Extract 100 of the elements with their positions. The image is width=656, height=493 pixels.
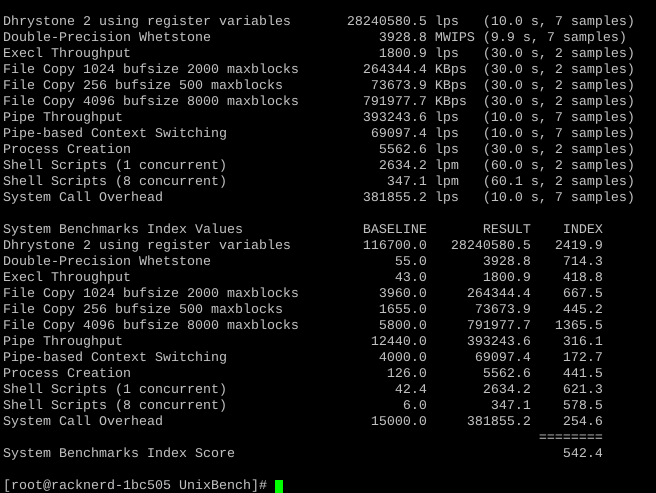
table-cell: Pipe-based Context Switching bbox=[3, 351, 227, 366]
benchmark-value: 5562.6 bbox=[378, 143, 427, 158]
benchmark-name: Shell Scripts (1 concurrent) bbox=[3, 159, 227, 174]
table-cell: 791977.7 bbox=[466, 319, 531, 334]
table-cell: Pipe Throughput bbox=[3, 335, 123, 350]
table-cell: 445.2 bbox=[562, 303, 603, 318]
benchmark-value: 264344.4 bbox=[362, 63, 427, 78]
table-cell: 264344.4 bbox=[466, 287, 531, 302]
sample-info: (30.0 s, 2 samples) bbox=[482, 143, 635, 158]
table-cell: 347.1 bbox=[490, 399, 531, 414]
column-header: BASELINE bbox=[362, 223, 427, 238]
unit-label: KBps bbox=[434, 63, 467, 78]
table-cell: 254.6 bbox=[562, 415, 603, 430]
unit-label: lpm bbox=[434, 159, 459, 174]
unit-label: lps bbox=[434, 143, 459, 158]
table-cell: Shell Scripts (1 concurrent) bbox=[3, 383, 227, 398]
table-cell: 4000.0 bbox=[378, 351, 427, 366]
table-cell: Process Creation bbox=[3, 367, 131, 382]
table-cell: 69097.4 bbox=[474, 351, 531, 366]
table-cell: Dhrystone 2 using register variables bbox=[3, 239, 291, 254]
benchmark-name: Pipe Throughput bbox=[3, 111, 123, 126]
benchmark-value: 1800.9 bbox=[378, 47, 427, 62]
table-cell: 3928.8 bbox=[482, 255, 531, 270]
table-cell: 5562.6 bbox=[482, 367, 531, 382]
table-title: System Benchmarks Index Values bbox=[3, 223, 243, 238]
table-cell: 116700.0 bbox=[362, 239, 427, 254]
table-cell: File Copy 1024 bufsize 2000 maxblocks bbox=[3, 287, 299, 302]
table-cell: 1800.9 bbox=[482, 271, 531, 286]
table-cell: 55.0 bbox=[394, 255, 427, 270]
table-cell: 42.4 bbox=[394, 383, 427, 398]
table-cell: 1365.5 bbox=[554, 319, 603, 334]
benchmark-value: 28240580.5 bbox=[346, 15, 427, 30]
sample-info: (30.0 s, 2 samples) bbox=[482, 47, 635, 62]
table-cell: File Copy 4096 bufsize 8000 maxblocks bbox=[3, 319, 299, 334]
table-cell: 2419.9 bbox=[554, 239, 603, 254]
unit-label: lps bbox=[434, 111, 459, 126]
score-label: System Benchmarks Index Score bbox=[3, 447, 235, 462]
benchmark-value: 73673.9 bbox=[370, 79, 427, 94]
unit-label: KBps bbox=[434, 79, 467, 94]
table-cell: 2634.2 bbox=[482, 383, 531, 398]
table-cell: 393243.6 bbox=[466, 335, 531, 350]
table-cell: Execl Throughput bbox=[3, 271, 131, 286]
table-cell: 73673.9 bbox=[474, 303, 531, 318]
table-cell: 316.1 bbox=[562, 335, 603, 350]
unit-label: KBps bbox=[434, 95, 467, 110]
shell-prompt: [root@racknerd-1bc505 UnixBench]# bbox=[3, 479, 267, 493]
table-cell: Shell Scripts (8 concurrent) bbox=[3, 399, 227, 414]
separator-line: ======== bbox=[538, 431, 603, 446]
table-cell: Double-Precision Whetstone bbox=[3, 255, 211, 270]
table-cell: 418.8 bbox=[562, 271, 603, 286]
table-cell: 172.7 bbox=[562, 351, 603, 366]
unit-label: MWIPS bbox=[434, 31, 475, 46]
table-cell: 43.0 bbox=[394, 271, 427, 286]
benchmark-value: 381855.2 bbox=[362, 191, 427, 206]
table-cell: 441.5 bbox=[562, 367, 603, 382]
benchmark-value: 393243.6 bbox=[362, 111, 427, 126]
table-cell: 28240580.5 bbox=[450, 239, 531, 254]
sample-info: (30.0 s, 2 samples) bbox=[482, 63, 635, 78]
sample-info: (10.0 s, 7 samples) bbox=[482, 15, 635, 30]
sample-info: (60.0 s, 2 samples) bbox=[482, 159, 635, 174]
sample-info: (9.9 s, 7 samples) bbox=[482, 31, 627, 46]
benchmark-value: 2634.2 bbox=[378, 159, 427, 174]
table-cell: System Call Overhead bbox=[3, 415, 163, 430]
table-cell: 126.0 bbox=[386, 367, 427, 382]
benchmark-name: Shell Scripts (8 concurrent) bbox=[3, 175, 227, 190]
table-cell: 6.0 bbox=[402, 399, 427, 414]
table-cell: 12440.0 bbox=[370, 335, 427, 350]
benchmark-name: File Copy 4096 bufsize 8000 maxblocks bbox=[3, 95, 299, 110]
unit-label: lps bbox=[434, 127, 459, 142]
benchmark-value: 3928.8 bbox=[378, 31, 427, 46]
table-cell: 15000.0 bbox=[370, 415, 427, 430]
unit-label: lps bbox=[434, 191, 459, 206]
score-value: 542.4 bbox=[562, 447, 603, 462]
benchmark-value: 347.1 bbox=[386, 175, 427, 190]
benchmark-name: File Copy 256 bufsize 500 maxblocks bbox=[3, 79, 283, 94]
benchmark-name: Dhrystone 2 using register variables bbox=[3, 15, 291, 30]
column-header: INDEX bbox=[562, 223, 603, 238]
sample-info: (30.0 s, 2 samples) bbox=[482, 95, 635, 110]
table-cell: 3960.0 bbox=[378, 287, 427, 302]
unit-label: lpm bbox=[434, 175, 459, 190]
benchmark-value: 69097.4 bbox=[370, 127, 427, 142]
sample-info: (10.0 s, 7 samples) bbox=[482, 191, 635, 206]
sample-info: (60.1 s, 2 samples) bbox=[482, 175, 635, 190]
table-cell: 667.5 bbox=[562, 287, 603, 302]
table-cell: 578.5 bbox=[562, 399, 603, 414]
table-cell: 714.3 bbox=[562, 255, 603, 270]
sample-info: (10.0 s, 7 samples) bbox=[482, 127, 635, 142]
benchmark-name: System Call Overhead bbox=[3, 191, 163, 206]
benchmark-name: Double-Precision Whetstone bbox=[3, 31, 211, 46]
benchmark-name: Execl Throughput bbox=[3, 47, 131, 62]
unit-label: lps bbox=[434, 47, 459, 62]
table-cell: 1655.0 bbox=[378, 303, 427, 318]
benchmark-value: 791977.7 bbox=[362, 95, 427, 110]
cursor-icon bbox=[274, 480, 283, 493]
benchmark-name: Pipe-based Context Switching bbox=[3, 127, 227, 142]
table-cell: File Copy 256 bufsize 500 maxblocks bbox=[3, 303, 283, 318]
benchmark-name: Process Creation bbox=[3, 143, 131, 158]
table-cell: 381855.2 bbox=[466, 415, 531, 430]
unit-label: lps bbox=[434, 15, 459, 30]
column-header: RESULT bbox=[482, 223, 531, 238]
